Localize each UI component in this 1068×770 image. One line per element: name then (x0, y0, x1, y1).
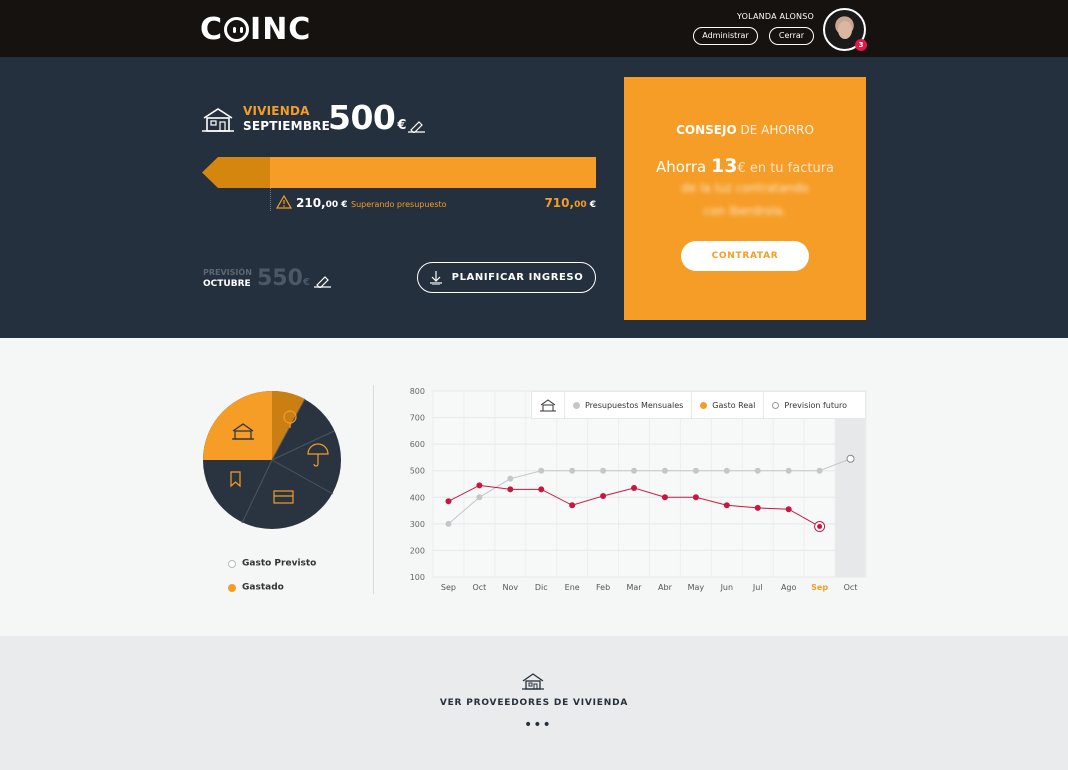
real-point (600, 492, 607, 499)
budget-progress-fill (270, 157, 596, 188)
x-tick-label: Sep (811, 583, 828, 592)
real-point (754, 504, 761, 511)
budget-limit-marker (270, 188, 271, 211)
real-point (445, 498, 452, 505)
y-tick-label: 600 (410, 440, 425, 449)
y-tick-label: 300 (410, 520, 425, 529)
x-tick-label: Dic (535, 583, 548, 592)
download-icon (429, 270, 442, 285)
y-tick-label: 700 (410, 414, 425, 423)
x-tick-label: Oct (472, 583, 486, 592)
budget-point (445, 520, 452, 527)
x-tick-label: Nov (503, 583, 519, 592)
plan-income-label: PLANIFICAR INGRESO (451, 272, 584, 283)
real-point (476, 482, 483, 489)
over-budget-amount: 210,00 € (296, 196, 348, 210)
edit-forecast-icon[interactable] (314, 274, 332, 288)
budget-category: VIVIENDA (243, 104, 310, 118)
warning-icon (276, 195, 292, 209)
tip-text-line3: con Iberdrola. (703, 204, 787, 218)
contract-button[interactable]: CONTRATAR (681, 241, 809, 271)
real-point (785, 506, 792, 513)
budget-point (476, 494, 483, 501)
budget-point (754, 467, 761, 474)
chart-legend: Presupuestos Mensuales Gasto Real Previs… (531, 391, 866, 419)
x-tick-label: Mar (626, 583, 642, 592)
budget-point (661, 467, 668, 474)
x-tick-label: Jun (720, 583, 734, 592)
y-tick-label: 800 (410, 387, 425, 396)
logo-face-icon (224, 17, 250, 42)
budget-amount: 500 € (328, 98, 406, 137)
saving-tip-card: CONSEJO DE AHORRO Ahorra 13€ en tu factu… (624, 77, 866, 320)
y-tick-label: 100 (410, 573, 425, 582)
pie-slice-vivienda[interactable] (203, 391, 272, 460)
legend-monthly-budget[interactable]: Presupuestos Mensuales (565, 392, 693, 418)
tip-title: CONSEJO DE AHORRO (676, 123, 814, 137)
tip-text-line2: de la luz contratando (681, 181, 809, 195)
chart-legend-category[interactable] (532, 392, 565, 418)
real-point (692, 494, 699, 501)
x-tick-label: Jul (752, 583, 763, 592)
over-budget-label: Superando presupuesto (351, 200, 447, 209)
category-pie-chart[interactable] (202, 390, 342, 530)
real-point (507, 486, 514, 493)
budget-point (692, 467, 699, 474)
budget-month: SEPTIEMBRE (243, 119, 331, 133)
budget-progress-bar (202, 157, 596, 188)
house-icon (540, 398, 556, 411)
house-icon (202, 108, 234, 132)
x-tick-label: Sep (441, 583, 456, 592)
budget-point (785, 467, 792, 474)
real-point (631, 484, 638, 491)
real-point (661, 494, 668, 501)
budget-point (507, 475, 514, 482)
admin-button[interactable]: Administrar (693, 27, 758, 45)
y-tick-label: 500 (410, 467, 425, 476)
budget-point (816, 467, 823, 474)
x-tick-label: May (688, 583, 705, 592)
x-tick-label: Feb (596, 583, 610, 592)
budget-point (631, 467, 638, 474)
spent-amount: 710,00 € (544, 196, 596, 210)
real-point (817, 524, 823, 530)
x-tick-label: Abr (658, 583, 673, 592)
plan-income-button[interactable]: PLANIFICAR INGRESO (417, 262, 596, 293)
legend-spent: Gastado (228, 577, 284, 596)
real-point (569, 502, 576, 509)
budget-point (600, 467, 607, 474)
x-tick-label: Ago (781, 583, 797, 592)
forecast-amount: 550€ (257, 266, 310, 291)
x-tick-label: Oct (844, 583, 858, 592)
forecast-month: OCTUBRE (203, 279, 251, 289)
user-name: YOLANDA ALONSO (737, 12, 814, 21)
forecast-point (846, 454, 855, 463)
real-point (723, 502, 730, 509)
forecast-label: PREVISIÓN (203, 268, 252, 277)
budget-point (569, 467, 576, 474)
top-bar: C INC YOLANDA ALONSO Administrar Cerrar 3 (0, 0, 1068, 57)
real-point (538, 486, 545, 493)
chart-divider (373, 385, 374, 594)
coinc-logo[interactable]: C INC (200, 12, 311, 47)
legend-planned: Gasto Previsto (228, 553, 316, 572)
edit-budget-icon[interactable] (408, 119, 426, 133)
logout-button[interactable]: Cerrar (769, 27, 814, 45)
x-tick-label: Ene (565, 583, 580, 592)
y-tick-label: 200 (410, 546, 425, 555)
budget-point (538, 467, 545, 474)
legend-real-spend[interactable]: Gasto Real (692, 392, 765, 418)
y-tick-label: 400 (410, 493, 425, 502)
notification-badge[interactable]: 3 (855, 39, 867, 51)
legend-future-forecast[interactable]: Prevision futuro (764, 392, 855, 418)
budget-hero (0, 57, 1068, 338)
tip-text: Ahorra 13€ en tu factura (655, 155, 835, 177)
more-options-icon[interactable]: ••• (524, 717, 552, 733)
over-budget-arrow (202, 157, 272, 188)
budget-point (723, 467, 730, 474)
view-providers-link[interactable]: VER PROVEEDORES DE VIVIENDA (0, 698, 1068, 708)
house-icon[interactable] (522, 673, 544, 691)
